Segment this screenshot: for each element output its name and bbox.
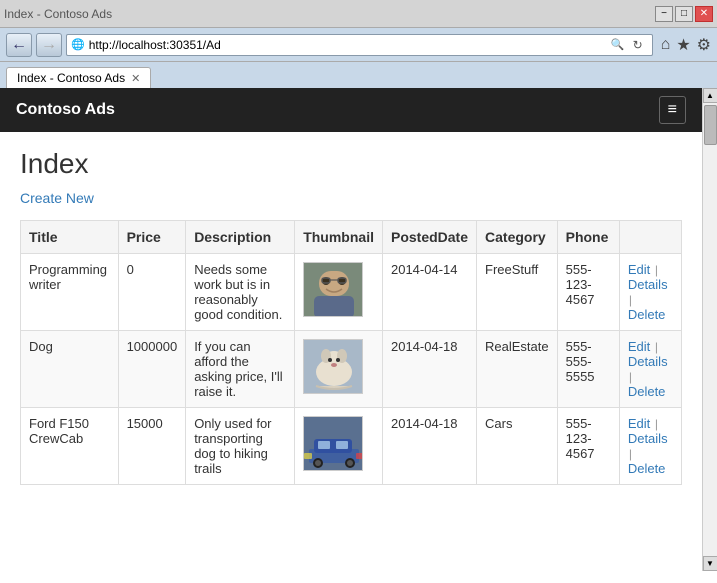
cell-description: Needs some work but is in reasonably goo… (186, 254, 295, 331)
navbar-toggle-button[interactable]: ≡ (659, 96, 686, 124)
title-bar: Index - Contoso Ads − □ ✕ (0, 0, 717, 28)
table-header: Title Price Description Thumbnail Posted… (21, 221, 682, 254)
col-actions (619, 221, 681, 254)
main-content: Index Create New Title Price Description… (0, 132, 702, 571)
cell-posteddate: 2014-04-18 (382, 331, 476, 408)
col-title: Title (21, 221, 119, 254)
home-button[interactable]: ⌂ (661, 36, 671, 54)
cell-actions: Edit | Details | Delete (619, 331, 681, 408)
url-input[interactable] (89, 38, 608, 52)
sep-4: | (629, 370, 632, 384)
delete-link-1[interactable]: Delete (628, 384, 666, 399)
cell-category: FreeStuff (477, 254, 558, 331)
address-icon: 🌐 (71, 38, 85, 51)
tab-bar: Index - Contoso Ads ✕ (0, 62, 717, 88)
header-row: Title Price Description Thumbnail Posted… (21, 221, 682, 254)
col-posteddate: PostedDate (382, 221, 476, 254)
col-category: Category (477, 221, 558, 254)
ads-table: Title Price Description Thumbnail Posted… (20, 220, 682, 485)
cell-thumbnail (295, 254, 383, 331)
cell-category: Cars (477, 408, 558, 485)
scroll-up-button[interactable]: ▲ (703, 88, 717, 103)
sep-1: | (655, 263, 658, 277)
cell-phone: 555-123-4567 (557, 254, 619, 331)
tab-label: Index - Contoso Ads (17, 71, 125, 85)
thumbnail-image (303, 416, 363, 471)
settings-button[interactable]: ⚙ (697, 35, 711, 55)
sep-3: | (655, 340, 658, 354)
cell-actions: Edit | Details | Delete (619, 408, 681, 485)
cell-title: Ford F150 CrewCab (21, 408, 119, 485)
window-title-text: Index - Contoso Ads (4, 7, 112, 21)
edit-link-0[interactable]: Edit (628, 262, 650, 277)
edit-link-1[interactable]: Edit (628, 339, 650, 354)
nav-actions: ⌂ ★ ⚙ (661, 35, 711, 55)
sep-6: | (629, 447, 632, 461)
vertical-scrollbar: ▲ ▼ (702, 88, 717, 571)
cell-price: 1000000 (118, 331, 186, 408)
delete-link-2[interactable]: Delete (628, 461, 666, 476)
cell-thumbnail (295, 408, 383, 485)
table-row: Ford F150 CrewCab 15000 Only used for tr… (21, 408, 682, 485)
table-body: Programming writer 0 Needs some work but… (21, 254, 682, 485)
page-container: Contoso Ads ≡ Index Create New Title Pri… (0, 88, 717, 571)
address-bar: 🌐 🔍 ↻ (66, 34, 653, 56)
navbar-brand: Contoso Ads (16, 101, 115, 119)
col-description: Description (186, 221, 295, 254)
details-link-2[interactable]: Details (628, 431, 668, 446)
cell-posteddate: 2014-04-18 (382, 408, 476, 485)
edit-link-2[interactable]: Edit (628, 416, 650, 431)
scrollbar-thumb[interactable] (704, 105, 717, 145)
thumbnail-image (303, 262, 363, 317)
back-button[interactable]: ← (6, 33, 32, 57)
cell-category: RealEstate (477, 331, 558, 408)
details-link-0[interactable]: Details (628, 277, 668, 292)
page-title: Index (20, 148, 682, 180)
col-phone: Phone (557, 221, 619, 254)
delete-link-0[interactable]: Delete (628, 307, 666, 322)
browser-chrome: Index - Contoso Ads − □ ✕ ← → 🌐 🔍 ↻ ⌂ ★ … (0, 0, 717, 88)
sep-5: | (655, 417, 658, 431)
close-button[interactable]: ✕ (695, 6, 713, 22)
scrollbar-track (703, 103, 717, 556)
table-row: Programming writer 0 Needs some work but… (21, 254, 682, 331)
col-thumbnail: Thumbnail (295, 221, 383, 254)
window-controls: − □ ✕ (655, 6, 713, 22)
forward-button[interactable]: → (36, 33, 62, 57)
thumbnail-image (303, 339, 363, 394)
cell-price: 0 (118, 254, 186, 331)
title-bar-left: Index - Contoso Ads (4, 7, 118, 21)
tab-close-button[interactable]: ✕ (131, 72, 140, 85)
nav-bar: ← → 🌐 🔍 ↻ ⌂ ★ ⚙ (0, 28, 717, 62)
cell-price: 15000 (118, 408, 186, 485)
details-link-1[interactable]: Details (628, 354, 668, 369)
cell-description: Only used for transporting dog to hiking… (186, 408, 295, 485)
cell-posteddate: 2014-04-14 (382, 254, 476, 331)
favorites-button[interactable]: ★ (676, 35, 690, 55)
cell-title: Dog (21, 331, 119, 408)
cell-actions: Edit | Details | Delete (619, 254, 681, 331)
sep-2: | (629, 293, 632, 307)
cell-description: If you can afford the asking price, I'll… (186, 331, 295, 408)
refresh-button[interactable]: ↻ (628, 35, 648, 55)
cell-phone: 555-555-5555 (557, 331, 619, 408)
scroll-down-button[interactable]: ▼ (703, 556, 717, 571)
cell-thumbnail (295, 331, 383, 408)
active-tab[interactable]: Index - Contoso Ads ✕ (6, 67, 151, 88)
col-price: Price (118, 221, 186, 254)
app-content: Contoso Ads ≡ Index Create New Title Pri… (0, 88, 702, 571)
create-new-link[interactable]: Create New (20, 190, 94, 206)
cell-title: Programming writer (21, 254, 119, 331)
table-row: Dog 1000000 If you can afford the asking… (21, 331, 682, 408)
maximize-button[interactable]: □ (675, 6, 693, 22)
minimize-button[interactable]: − (655, 6, 673, 22)
site-navbar: Contoso Ads ≡ (0, 88, 702, 132)
search-button[interactable]: 🔍 (608, 35, 628, 55)
cell-phone: 555-123-4567 (557, 408, 619, 485)
